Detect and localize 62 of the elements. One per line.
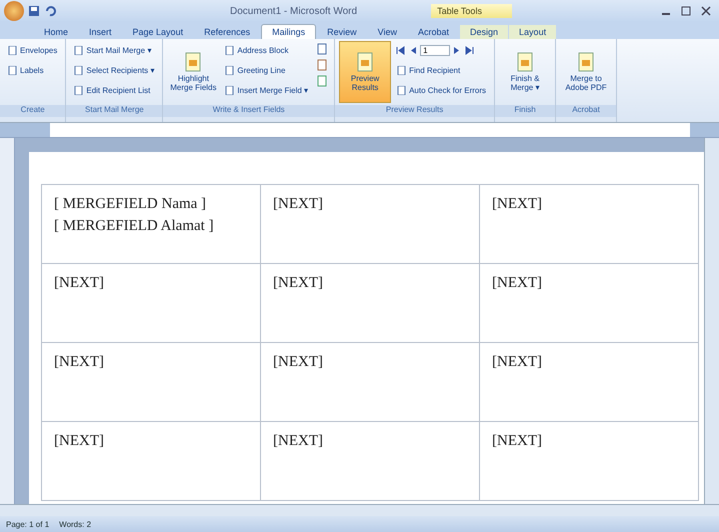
ribbon-button[interactable]: Envelopes xyxy=(4,41,62,59)
group-label: Create xyxy=(0,105,66,117)
group-label: Write & Insert Fields xyxy=(163,105,334,117)
maximize-icon[interactable] xyxy=(681,6,691,16)
document-icon xyxy=(74,86,84,94)
ribbon-tab[interactable]: Mailings xyxy=(261,24,316,39)
merge-field: [ MERGEFIELD Alamat ] xyxy=(54,215,248,237)
window-title: Document1 - Microsoft Word xyxy=(230,6,358,16)
ribbon-tab[interactable]: Acrobat xyxy=(408,25,460,39)
close-icon[interactable] xyxy=(701,6,711,16)
vertical-scrollbar[interactable] xyxy=(704,138,719,504)
document-icon xyxy=(576,52,596,72)
document-icon xyxy=(225,46,234,54)
ribbon-button[interactable]: Start Mail Merge ▾ xyxy=(70,41,158,59)
ribbon-button[interactable]: Find Recipient xyxy=(393,61,490,79)
document-icon xyxy=(397,86,406,94)
match-fields-icon[interactable] xyxy=(316,59,328,71)
ribbon-button[interactable]: Merge to Adobe PDF xyxy=(560,41,612,103)
record-field[interactable]: 1 xyxy=(420,44,450,56)
document-icon xyxy=(225,86,234,94)
ribbon-button[interactable]: Select Recipients ▾ xyxy=(70,61,158,79)
last-record-icon[interactable] xyxy=(465,46,474,54)
document-icon xyxy=(225,66,234,74)
ribbon-tab[interactable]: Design xyxy=(460,25,508,39)
ribbon-tab[interactable]: Layout xyxy=(509,25,556,39)
ribbon-button[interactable]: Address Block xyxy=(221,41,312,59)
status-text: Words: 2 xyxy=(59,520,92,528)
horizontal-scrollbar[interactable] xyxy=(0,504,719,516)
save-icon[interactable] xyxy=(28,5,40,17)
ribbon-button[interactable]: Edit Recipient List xyxy=(70,81,158,99)
rules-icon[interactable] xyxy=(316,43,328,55)
document-icon xyxy=(8,46,17,54)
group-label: Start Mail Merge xyxy=(66,105,162,117)
ribbon-tab[interactable]: Home xyxy=(34,25,78,39)
group-label: Finish xyxy=(495,105,556,117)
document-icon xyxy=(355,52,376,72)
ribbon-button[interactable]: Insert Merge Field ▾ xyxy=(221,81,312,99)
ribbon-button[interactable]: Greeting Line xyxy=(221,61,312,79)
undo-icon[interactable] xyxy=(44,5,56,17)
update-labels-icon[interactable] xyxy=(316,75,328,87)
merge-field: [ MERGEFIELD Nama ] xyxy=(54,193,248,215)
ribbon-tab[interactable]: Review xyxy=(317,25,367,39)
contextual-tab-label: Table Tools xyxy=(431,4,512,18)
document-icon xyxy=(74,46,84,54)
ribbon-button[interactable]: Auto Check for Errors xyxy=(393,81,490,99)
ribbon-tab[interactable]: References xyxy=(194,25,260,39)
document-icon xyxy=(397,66,406,74)
document-icon xyxy=(183,52,204,72)
document-icon xyxy=(8,66,17,74)
group-label: Acrobat xyxy=(556,105,616,117)
first-record-icon[interactable] xyxy=(396,46,406,54)
ribbon-button[interactable]: Preview Results xyxy=(339,41,392,103)
document-icon xyxy=(74,66,84,74)
group-label: Preview Results xyxy=(335,105,494,117)
ribbon-tab[interactable]: Page Layout xyxy=(122,25,194,39)
document-icon xyxy=(515,52,536,72)
ribbon-button[interactable]: Labels xyxy=(4,61,62,79)
status-text: Page: 1 of 1 xyxy=(6,520,50,528)
ribbon-tab[interactable]: Insert xyxy=(79,25,122,39)
ribbon-tab[interactable]: View xyxy=(368,25,407,39)
ribbon-button[interactable]: Highlight Merge Fields xyxy=(167,41,220,103)
ribbon-button[interactable]: Finish & Merge ▾ xyxy=(499,41,552,103)
